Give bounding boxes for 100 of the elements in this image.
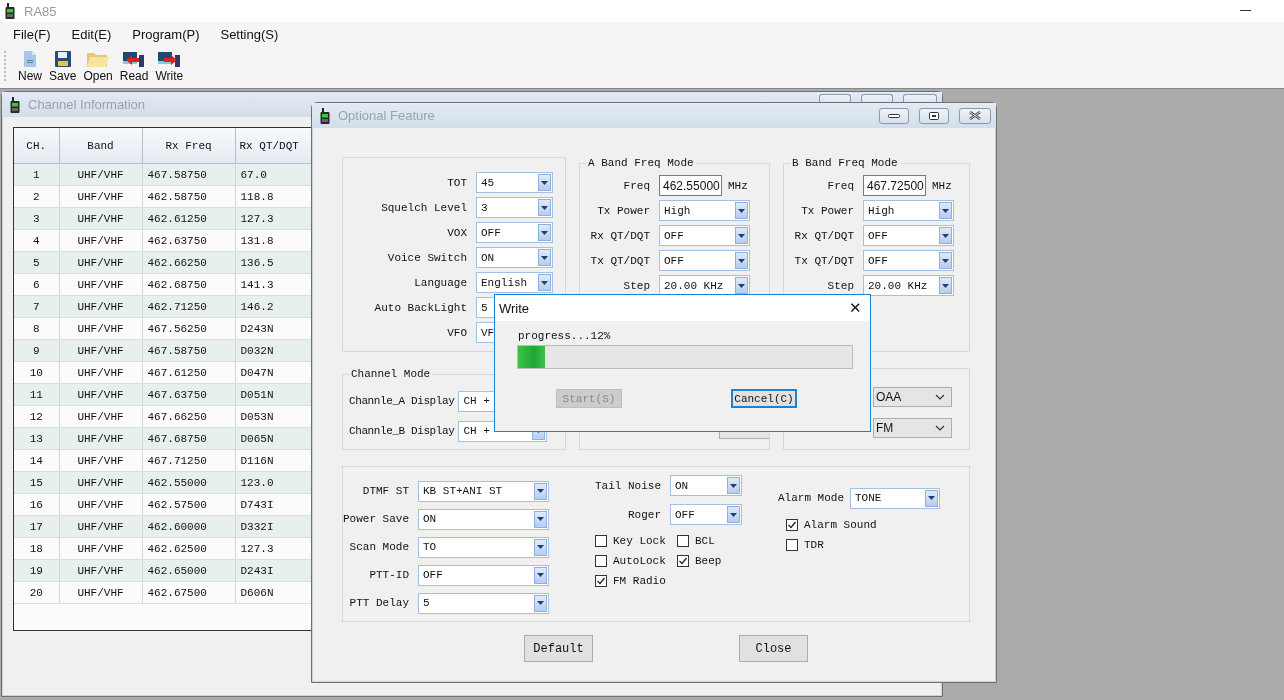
checkmark-icon <box>678 556 688 566</box>
table-cell: UHF/VHF <box>59 581 142 604</box>
table-cell: 462.55000 <box>142 471 235 494</box>
table-cell: 17 <box>14 515 59 538</box>
table-cell: UHF/VHF <box>59 537 142 560</box>
dropdown[interactable]: ON <box>476 247 553 268</box>
table-cell: UHF/VHF <box>59 251 142 274</box>
table-cell: 467.63750 <box>142 383 235 406</box>
table-cell: 4 <box>14 229 59 252</box>
maximize-button[interactable] <box>919 107 949 124</box>
window-title: Channel Information <box>28 97 146 112</box>
dropdown[interactable]: 20.00 KHz <box>659 275 750 296</box>
input-field[interactable]: 462.55000 <box>659 175 722 196</box>
caret-icon <box>928 496 935 500</box>
column-header[interactable]: Band <box>59 128 142 164</box>
menu-item[interactable]: Program(P) <box>132 27 200 42</box>
checkmark-icon <box>787 520 797 530</box>
folder-icon <box>87 51 110 67</box>
dropdown[interactable]: OFF <box>476 222 553 243</box>
caret-icon <box>541 280 548 285</box>
field-label: PTT Delay <box>348 597 409 609</box>
toolbar-button[interactable]: Write <box>153 51 186 83</box>
table-cell: UHF/VHF <box>59 273 142 296</box>
table-cell: UHF/VHF <box>59 361 142 384</box>
checkbox[interactable]: FM Radio <box>595 575 677 587</box>
column-header[interactable]: Rx Freq <box>142 128 235 164</box>
menu-item[interactable]: Edit(E) <box>71 27 112 42</box>
table-cell: UHF/VHF <box>59 427 142 450</box>
dropdown[interactable]: 3 <box>476 197 553 218</box>
checkmark-icon <box>596 576 606 586</box>
table-cell: 462.71250 <box>142 295 235 318</box>
caret-icon <box>541 230 548 235</box>
checkbox[interactable]: AutoLock <box>595 555 677 567</box>
table-cell: UHF/VHF <box>59 317 142 340</box>
table-cell: 12 <box>14 405 59 428</box>
caret-icon <box>942 233 949 238</box>
table-cell: UHF/VHF <box>59 295 142 318</box>
minimize-icon[interactable] <box>1240 10 1251 12</box>
dropdown[interactable]: English <box>476 272 553 293</box>
caret-icon <box>942 283 949 288</box>
dialog-button[interactable]: Cancel(C) <box>731 389 797 408</box>
checkbox[interactable]: Alarm Sound <box>786 519 940 531</box>
dropdown[interactable]: OFF <box>659 225 750 246</box>
dialog-button[interactable]: Close <box>739 635 808 662</box>
caret-icon <box>537 601 544 605</box>
dropdown[interactable]: OFF <box>659 250 750 271</box>
dropdown[interactable]: KB ST+ANI ST <box>418 480 549 502</box>
dropdown[interactable]: 5 <box>418 592 549 614</box>
radio-icon <box>10 96 20 113</box>
close-button[interactable] <box>959 107 991 124</box>
dropdown[interactable]: OFF <box>670 504 742 525</box>
menu-item[interactable]: Setting(S) <box>220 27 279 42</box>
table-cell: 462.67500 <box>142 581 235 604</box>
menu-item[interactable]: File(F) <box>13 27 51 42</box>
checkbox[interactable]: BCL <box>677 535 757 547</box>
dropdown[interactable]: OFF <box>863 225 954 246</box>
field-label: Tx Power <box>596 204 650 217</box>
dropdown[interactable]: 20.00 KHz <box>863 275 954 296</box>
dropdown[interactable]: High <box>863 200 954 221</box>
dropdown[interactable]: OAA <box>873 387 952 407</box>
minimize-button[interactable] <box>879 107 909 124</box>
column-header[interactable]: CH. <box>14 128 59 164</box>
dropdown[interactable]: TO <box>418 536 549 558</box>
caret-icon <box>942 208 949 213</box>
dropdown[interactable]: High <box>659 200 750 221</box>
field-label: Squelch Level <box>380 201 467 214</box>
toolbar-button[interactable]: New <box>16 51 44 83</box>
table-cell: 467.56250 <box>142 317 235 340</box>
toolbar-button[interactable]: Save <box>47 51 79 83</box>
dropdown[interactable]: ON <box>418 508 549 530</box>
radio-icon <box>320 107 330 124</box>
field-label: Channle_B Display <box>349 425 455 437</box>
toolbar-button[interactable]: Read <box>117 51 151 83</box>
table-cell: UHF/VHF <box>59 207 142 230</box>
dropdown[interactable]: TONE <box>850 487 940 509</box>
table-cell: 16 <box>14 493 59 516</box>
dropdown[interactable]: ON <box>670 475 742 496</box>
field-label: TOT <box>446 176 467 189</box>
checkbox[interactable]: Beep <box>677 555 757 567</box>
table-cell: 3 <box>14 207 59 230</box>
dropdown[interactable]: 45 <box>476 172 553 193</box>
checkbox[interactable]: Key Lock <box>595 535 677 547</box>
table-cell: 462.66250 <box>142 251 235 274</box>
field-label: Tail Noise <box>594 479 661 492</box>
dropdown[interactable]: OFF <box>418 564 549 586</box>
table-cell: 7 <box>14 295 59 318</box>
checkbox[interactable]: TDR <box>786 539 940 551</box>
input-field[interactable]: 467.72500 <box>863 175 926 196</box>
dropdown[interactable]: OFF <box>863 250 954 271</box>
dropdown[interactable]: FM <box>873 418 952 438</box>
dialog-button[interactable]: Default <box>524 635 593 662</box>
table-cell: UHF/VHF <box>59 559 142 582</box>
table-cell: 462.65000 <box>142 559 235 582</box>
caret-icon <box>541 255 548 260</box>
app-title: RA85 <box>24 3 57 19</box>
close-button[interactable]: ✕ <box>841 299 870 317</box>
column-header[interactable]: Rx QT/DQT <box>235 128 312 164</box>
toolbar-button[interactable]: Open <box>81 51 115 83</box>
field-label: Tx QT/DQT <box>793 254 854 267</box>
window-title: Optional Feature <box>338 108 435 123</box>
